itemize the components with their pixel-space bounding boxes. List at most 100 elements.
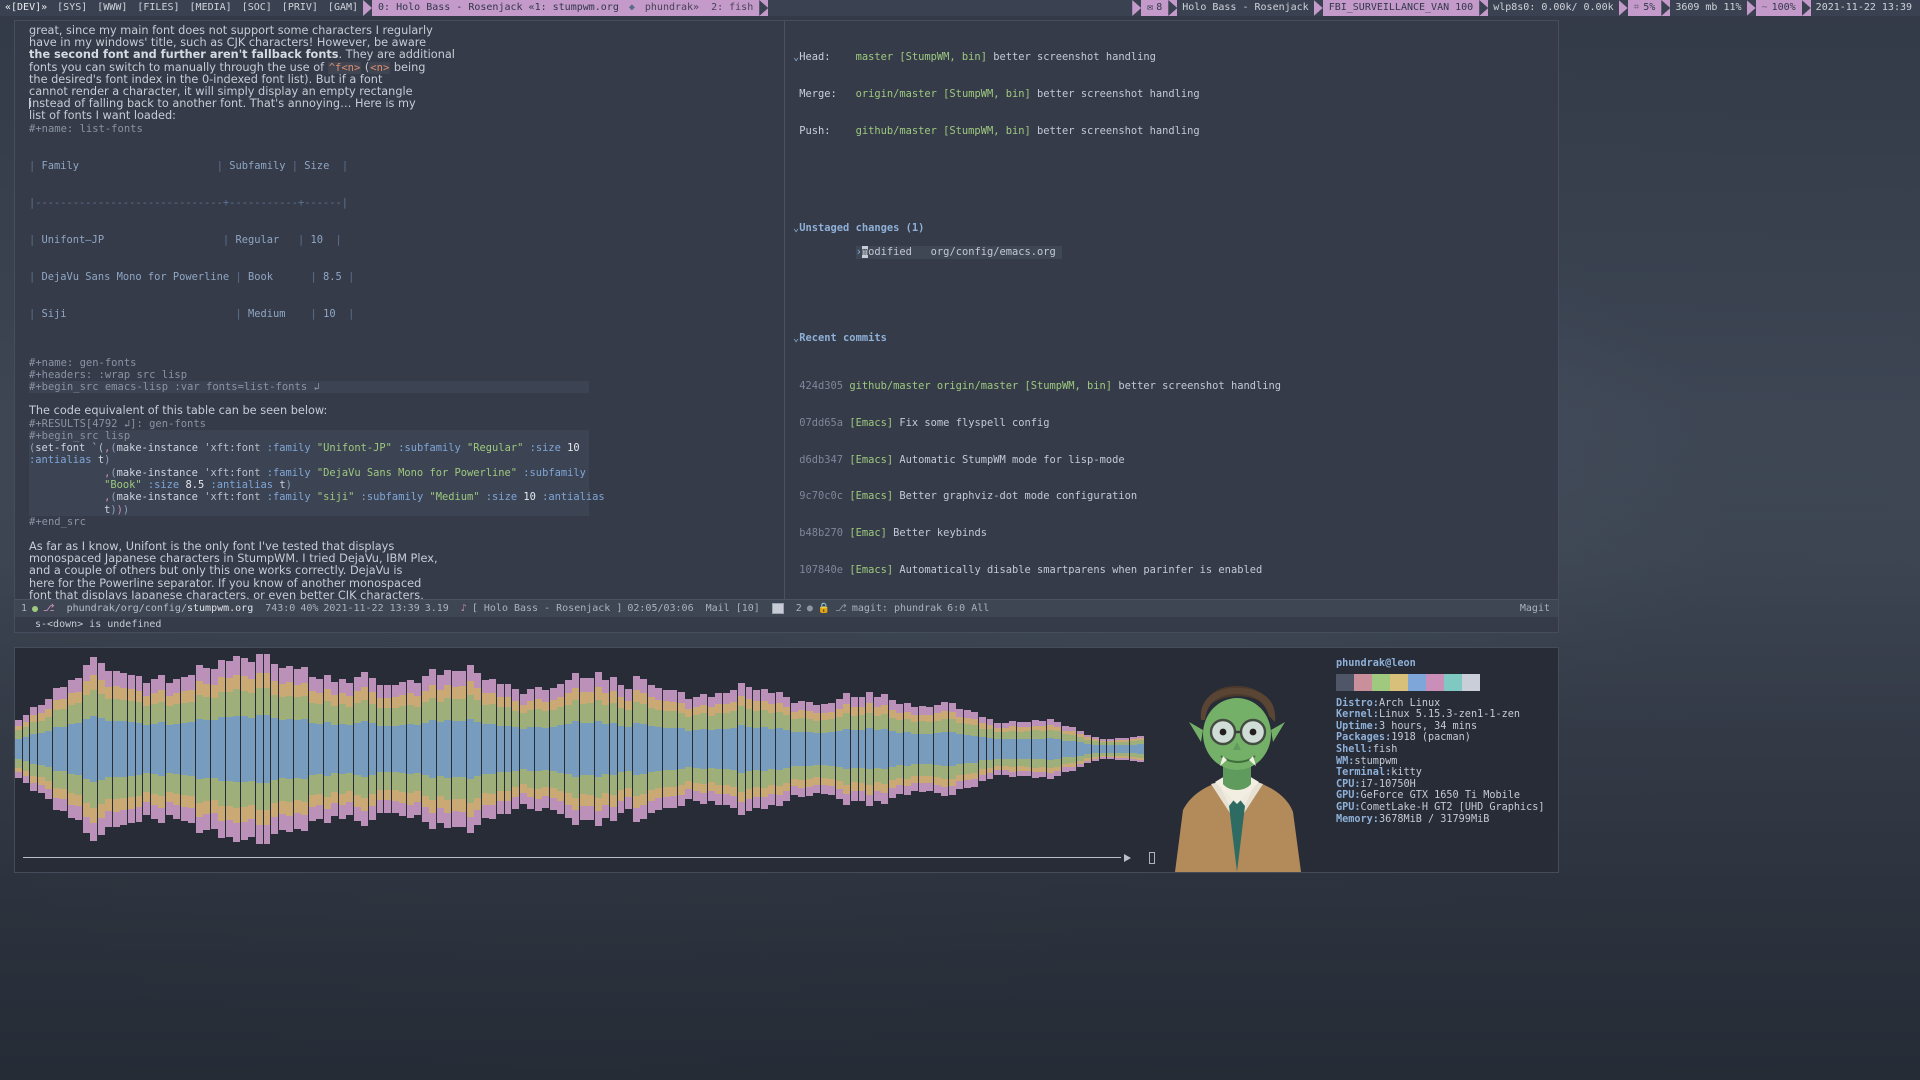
cava-bar: [527, 648, 535, 851]
scroll-indicator-icon: [771, 603, 784, 614]
cava-bar: [587, 648, 595, 851]
circle-icon: ●: [806, 603, 813, 614]
cava-bar: [1114, 648, 1122, 851]
neofetch-row: CPU: i7-10750H: [1336, 779, 1552, 791]
cava-bar: [127, 648, 135, 851]
cava-bar: [112, 648, 120, 851]
neofetch-value: fish: [1372, 743, 1398, 755]
magit-commit-row[interactable]: 9c70c0c [Emacs] Better graphviz-dot mode…: [793, 490, 1558, 502]
p1-l4-a: fonts you can switch to manually through…: [29, 60, 328, 74]
cava-bar: [685, 648, 693, 851]
p1-line-7: instead of falling back to another font.…: [29, 98, 776, 110]
window-list[interactable]: 0: Holo Bass - Rosenjack «1: stumpwm.org: [372, 0, 625, 16]
cava-bar: [753, 648, 760, 851]
magit-recent-section[interactable]: ⌄Recent commits: [793, 332, 1558, 344]
neofetch-swatch: [1354, 673, 1372, 691]
cava-bar: [534, 648, 542, 851]
commit-hash: 9c70c0c: [799, 490, 844, 503]
workspace-soc[interactable]: [SOC]: [237, 0, 277, 16]
window-marker-icon: ◆: [624, 0, 639, 16]
cava-bar: [640, 648, 648, 851]
workspace-files[interactable]: [FILES]: [132, 0, 184, 16]
workspace-priv[interactable]: [PRIV]: [277, 0, 323, 16]
commit-msg: Automatically disable smartparens when p…: [899, 563, 1263, 576]
table-divider: |------------------------------+--------…: [29, 197, 349, 210]
modeline-winnum: 1 ⎇: [15, 603, 61, 614]
code-line-0: (set-font `(,(make-instance 'xft:font :f…: [29, 442, 580, 455]
keybinding-index: <n>: [369, 61, 391, 74]
cava-bar: [677, 648, 685, 851]
cava-bar: [805, 648, 813, 851]
cava-bar: [1076, 648, 1084, 851]
emacs-fringe-left: [15, 21, 29, 599]
neofetch-row: Distro: Arch Linux: [1336, 698, 1552, 710]
mail-count: 8: [1156, 2, 1163, 13]
neofetch-value: Arch Linux: [1378, 697, 1441, 709]
magit-pane[interactable]: ⌄Head: master [StumpWM, bin] better scre…: [785, 21, 1558, 599]
td-subfamily-2: Medium: [247, 307, 286, 320]
workspace-dev[interactable]: «[DEV]»: [0, 0, 52, 16]
cava-bar: [1031, 648, 1039, 851]
mail-indicator[interactable]: ✉ 8: [1141, 0, 1169, 16]
modeline-mail[interactable]: Mail [10]: [700, 603, 766, 614]
cava-bar: [858, 648, 866, 851]
emacs-window[interactable]: great, since my main font does not suppo…: [14, 20, 1559, 633]
cava-bar: [361, 648, 369, 851]
cava-bar: [933, 648, 941, 851]
p1-l4-c: being: [390, 60, 426, 74]
cava-visualizer: [15, 648, 1145, 872]
magit-commit-row[interactable]: 424d305 github/master origin/master [Stu…: [793, 380, 1558, 392]
magit-unstaged-section[interactable]: ⌄Unstaged changes (1): [793, 222, 1558, 234]
workspace-media[interactable]: [MEDIA]: [185, 0, 237, 16]
cava-bar: [1084, 648, 1092, 851]
modeline-right-window: 2 ● 🔒 ⎇ magit: phundrak 6:0 All: [790, 603, 996, 614]
workspace-www[interactable]: [WWW]: [92, 0, 132, 16]
cava-bar: [617, 648, 625, 851]
magit-commit-row[interactable]: 107840e [Emacs] Automatically disable sm…: [793, 564, 1558, 576]
cpu-icon: ⌗: [1633, 2, 1640, 13]
p1-line-8: list of fonts I want loaded:: [29, 109, 176, 123]
now-playing[interactable]: Holo Bass - Rosenjack: [1177, 0, 1313, 16]
magit-commit-row[interactable]: b48b270 [Emac] Better keybinds: [793, 527, 1558, 539]
window-item-2[interactable]: 2: fish: [705, 0, 760, 16]
neofetch-row: GPU: CometLake-H GT2 [UHD Graphics]: [1336, 802, 1552, 814]
magit-merge-branch: origin/master [StumpWM, bin]: [855, 88, 1031, 101]
cava-bar: [105, 648, 113, 851]
neofetch-color-swatches: [1336, 673, 1552, 691]
battery-indicator: ~ 100%: [1755, 0, 1802, 16]
cava-bar: [986, 648, 994, 851]
magit-unstaged-file-row[interactable]: ›modified org/config/emacs.org: [855, 246, 1062, 259]
workspace-gam[interactable]: [GAM]: [323, 0, 363, 16]
cava-bar: [670, 648, 678, 851]
cava-bar: [451, 648, 459, 851]
workspace-sys[interactable]: [SYS]: [52, 0, 92, 16]
cava-bar: [97, 648, 105, 851]
commit-refs: github/master origin/master [StumpWM, bi…: [849, 380, 1113, 393]
cava-bar: [873, 648, 881, 851]
magit-commit-row[interactable]: 07dd65a [Emacs] Fix some flyspell config: [793, 417, 1558, 429]
neofetch-key: Shell:: [1336, 743, 1373, 755]
th-subfamily: Subfamily: [229, 160, 286, 173]
td-family-2: Siji: [41, 307, 67, 320]
td-family-1: DejaVu Sans Mono for Powerline: [41, 271, 230, 284]
cava-bar: [52, 648, 60, 851]
magit-merge-msg: better screenshot handling: [1037, 88, 1200, 101]
cava-bar: [384, 648, 391, 851]
commit-refs: [Emacs]: [849, 490, 894, 503]
magit-unstaged-file[interactable]: org/config/emacs.org: [931, 246, 1056, 258]
envelope-icon: ✉: [1147, 2, 1154, 13]
cava-bar: [790, 648, 798, 851]
magit-head-branch: master [StumpWM, bin]: [855, 51, 987, 64]
chevron-right-icon[interactable]: ›: [856, 246, 862, 258]
neofetch-swatch: [1372, 673, 1390, 691]
modeline-buffer-path[interactable]: phundrak/org/config/stumpwm.org: [61, 603, 260, 614]
cava-bar: [1137, 648, 1145, 851]
org-buffer-pane[interactable]: great, since my main font does not suppo…: [15, 21, 785, 599]
cava-bar: [564, 648, 572, 851]
terminal-window[interactable]: phundrak@leon Distro: Arch Linux Kernel: …: [14, 647, 1559, 873]
magit-head-row[interactable]: ⌄Head: master [StumpWM, bin] better scre…: [793, 51, 1558, 63]
th-size: Size: [304, 160, 330, 173]
magit-commit-row[interactable]: d6db347 [Emacs] Automatic StumpWM mode f…: [793, 454, 1558, 466]
modeline-music[interactable]: ♪ [ Holo Bass - Rosenjack ] 02:05/03:06: [455, 603, 700, 614]
battery-value: 100%: [1771, 2, 1796, 13]
